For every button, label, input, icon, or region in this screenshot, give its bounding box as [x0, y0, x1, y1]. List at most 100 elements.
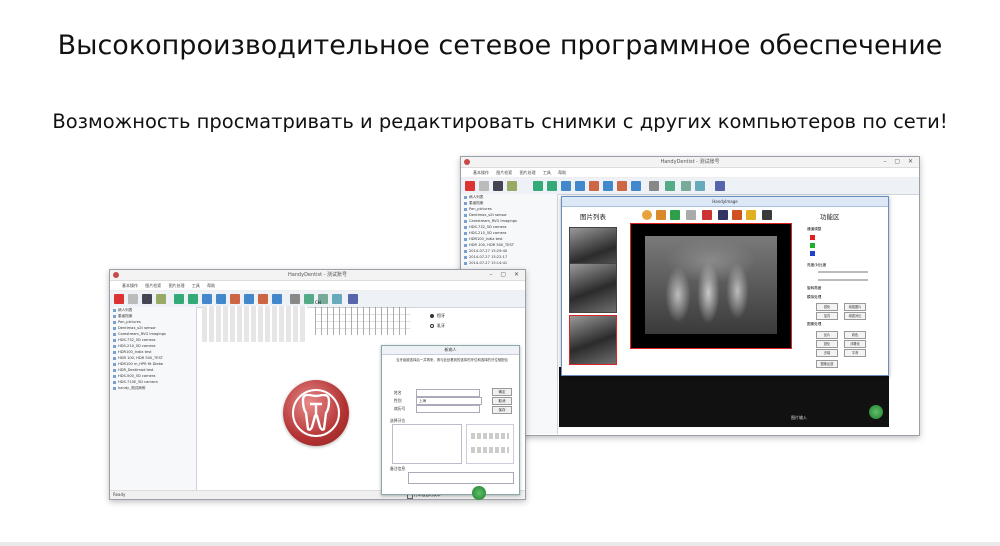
add-icon[interactable]: [465, 181, 475, 191]
thumbnail[interactable]: [569, 263, 617, 313]
image-icon[interactable]: [202, 294, 212, 304]
menu-item[interactable]: 图片处理: [169, 283, 185, 288]
image-icon[interactable]: [631, 181, 641, 191]
printer-icon[interactable]: [348, 294, 358, 304]
window-controls-icon[interactable]: – ▢ ✕: [489, 270, 522, 280]
gender-input[interactable]: 上海: [416, 397, 482, 405]
sharpen-button[interactable]: 锐化: [816, 303, 838, 311]
invert-button[interactable]: 反片: [816, 331, 838, 339]
thumbnail-selected[interactable]: [569, 315, 617, 365]
image-icon[interactable]: [230, 294, 240, 304]
sidebar-item[interactable]: 2014-07-27 15:14:41: [461, 260, 557, 266]
denoise-button[interactable]: 去噪: [816, 349, 838, 357]
image-invert-button[interactable]: 图像反选: [816, 360, 838, 368]
smooth-button[interactable]: 平滑: [844, 349, 866, 357]
grid-icon[interactable]: [686, 210, 696, 220]
cancel-button[interactable]: 取消: [492, 397, 512, 405]
name-input[interactable]: [416, 389, 480, 397]
colorize-button[interactable]: 着色: [844, 331, 866, 339]
printer-icon[interactable]: [715, 181, 725, 191]
menu-item[interactable]: 基本操作: [473, 170, 489, 175]
brighten-button[interactable]: 加亮: [816, 312, 838, 320]
back-menubar: 基本操作 图片检索 图片处理 工具 帮助: [461, 168, 919, 178]
tooth-number-grid[interactable]: [315, 307, 410, 335]
color-picker-icon[interactable]: [702, 210, 712, 220]
tooth-chart: [202, 306, 307, 342]
menu-item[interactable]: 基本操作: [122, 283, 138, 288]
redo-icon[interactable]: [670, 210, 680, 220]
image-icon[interactable]: [603, 181, 613, 191]
radio-adult[interactable]: [430, 314, 434, 318]
menu-item[interactable]: 工具: [192, 283, 200, 288]
xray-teeth: [645, 236, 777, 334]
report-icon[interactable]: [681, 181, 691, 191]
menu-item[interactable]: 图片处理: [520, 170, 536, 175]
pen-icon[interactable]: [156, 294, 166, 304]
add-icon[interactable]: [114, 294, 124, 304]
camera-icon[interactable]: [665, 181, 675, 191]
grid-icon[interactable]: [533, 181, 543, 191]
front-sidebar: 病人列表 患者档案 Pan_pictures Dentimax_s2t sens…: [110, 307, 197, 491]
network-badge-icon: [472, 486, 486, 500]
front-window-title: HandyDentist - 测试账号: [287, 272, 348, 278]
image-icon[interactable]: [258, 294, 268, 304]
grid-icon[interactable]: [188, 294, 198, 304]
notes-input[interactable]: [408, 472, 514, 484]
red-swatch[interactable]: [810, 235, 815, 240]
search-icon[interactable]: [493, 181, 503, 191]
minus-icon[interactable]: [479, 181, 489, 191]
search-icon[interactable]: [142, 294, 152, 304]
xray-image[interactable]: [630, 223, 792, 349]
sidebar-item[interactable]: handy_测试病例: [110, 385, 196, 391]
camera-icon[interactable]: [304, 294, 314, 304]
menu-item[interactable]: 图片检索: [145, 283, 161, 288]
marker-icon[interactable]: [746, 210, 756, 220]
menu-item[interactable]: 图片检索: [496, 170, 512, 175]
minus-icon[interactable]: [128, 294, 138, 304]
record-number-input[interactable]: [416, 405, 480, 413]
save-button[interactable]: 保存: [492, 406, 512, 414]
ok-button[interactable]: 确定: [492, 388, 512, 396]
image-icon[interactable]: [216, 294, 226, 304]
save-icon[interactable]: [762, 210, 772, 220]
menu-item[interactable]: 帮助: [207, 283, 215, 288]
rotate-icon[interactable]: [642, 210, 652, 220]
chart-icon[interactable]: [332, 294, 342, 304]
image-icon[interactable]: [589, 181, 599, 191]
menu-item[interactable]: 帮助: [558, 170, 566, 175]
radio-child[interactable]: [430, 324, 434, 328]
sharpen2-button[interactable]: 锐化: [816, 340, 838, 348]
menu-item[interactable]: 工具: [543, 170, 551, 175]
image-icon[interactable]: [561, 181, 571, 191]
contrast-button[interactable]: 增强对比: [844, 312, 866, 320]
image-list-header: 图片列表: [580, 213, 606, 221]
xray-icon[interactable]: [290, 294, 300, 304]
xray-icon[interactable]: [649, 181, 659, 191]
slider[interactable]: [818, 279, 868, 281]
teeth-tree[interactable]: [392, 424, 462, 464]
window-controls-icon[interactable]: – ▢ ✕: [883, 157, 916, 167]
slider[interactable]: [818, 271, 868, 273]
pencil-icon[interactable]: [732, 210, 742, 220]
label-name: 姓名: [394, 390, 402, 395]
chart-icon[interactable]: [695, 181, 705, 191]
section-simulate: 模拟处理: [807, 295, 822, 299]
pen-icon[interactable]: [507, 181, 517, 191]
image-icon[interactable]: [575, 181, 585, 191]
grid-icon[interactable]: [547, 181, 557, 191]
emboss-button[interactable]: 浮雕化: [844, 340, 866, 348]
grid-icon[interactable]: [174, 294, 184, 304]
label-note: 病历号: [394, 406, 406, 411]
dialog-note: 当牙齿被选择后一并再来，请与此处看到的选择的牙位和选择的牙位相配合: [396, 358, 508, 362]
green-swatch[interactable]: [810, 243, 815, 248]
teeth-diagram[interactable]: [466, 424, 514, 464]
image-icon[interactable]: [244, 294, 254, 304]
undo-icon[interactable]: [656, 210, 666, 220]
image-icon[interactable]: [272, 294, 282, 304]
radio-child-label: 乳牙: [437, 323, 445, 328]
zoom-icon[interactable]: [718, 210, 728, 220]
image-icon[interactable]: [617, 181, 627, 191]
blue-swatch[interactable]: [810, 251, 815, 256]
back-toolbar: [461, 178, 919, 195]
enhance-button[interactable]: 增强图片: [844, 303, 866, 311]
